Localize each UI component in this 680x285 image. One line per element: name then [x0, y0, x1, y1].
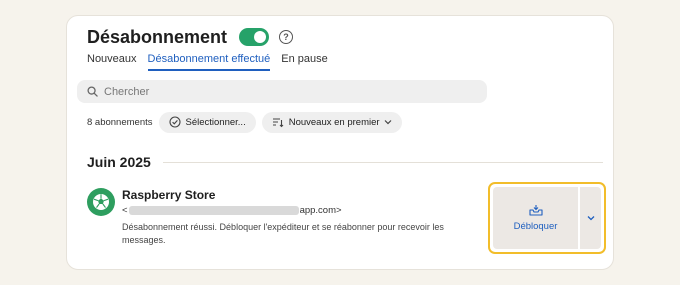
search-bar[interactable]: [77, 80, 487, 103]
section-title: Juin 2025: [87, 154, 151, 170]
tab-bar: Nouveaux Désabonnement effectué En pause: [87, 53, 339, 71]
select-button[interactable]: Sélectionner...: [158, 111, 256, 133]
tab-paused[interactable]: En pause: [281, 53, 327, 71]
unsubscribe-toggle[interactable]: [239, 28, 270, 46]
unblock-button[interactable]: Débloquer: [493, 187, 578, 249]
subscription-count: 8 abonnements: [87, 116, 153, 128]
help-icon[interactable]: ?: [279, 30, 294, 44]
more-actions-button[interactable]: [580, 187, 601, 249]
search-input[interactable]: [104, 85, 464, 98]
tab-unsubscribed[interactable]: Désabonnement effectué: [147, 53, 271, 71]
avatar: [87, 188, 115, 216]
unsubscribe-panel: Désabonnement ? Nouveaux Désabonnement e…: [66, 15, 614, 270]
tab-new[interactable]: Nouveaux: [87, 53, 137, 71]
select-label: Sélectionner...: [185, 116, 246, 128]
chevron-down-icon: [587, 216, 594, 221]
redacted-email: [128, 206, 299, 215]
check-circle-icon: [168, 116, 181, 128]
month-section-header: Juin 2025: [87, 154, 603, 170]
sort-label: Nouveaux en premier: [288, 116, 380, 128]
status-message: Désabonnement réussi. Débloquer l'expédi…: [122, 222, 444, 245]
inbox-icon: [528, 205, 543, 216]
unblock-action-group: Débloquer: [488, 182, 606, 254]
sender-email: < app.com>: [122, 205, 472, 216]
chevron-down-icon: [384, 120, 391, 125]
filter-bar: 8 abonnements Sélectionner... Nouveaux e…: [87, 111, 408, 133]
sort-dropdown[interactable]: Nouveaux en premier: [261, 111, 402, 133]
sort-icon: [272, 117, 284, 127]
section-divider: [162, 161, 603, 163]
unblock-label: Débloquer: [513, 221, 558, 232]
page-title: Désabonnement: [87, 26, 228, 47]
sender-name: Raspberry Store: [122, 188, 216, 202]
header: Désabonnement ?: [87, 26, 294, 48]
toggle-knob: [254, 31, 267, 43]
email-suffix: app.com>: [299, 205, 342, 216]
item-content: Raspberry Store < app.com> Désabonnement…: [122, 188, 472, 247]
search-icon: [87, 86, 98, 97]
soccer-ball-icon: [93, 194, 109, 210]
email-prefix: <: [122, 205, 128, 216]
